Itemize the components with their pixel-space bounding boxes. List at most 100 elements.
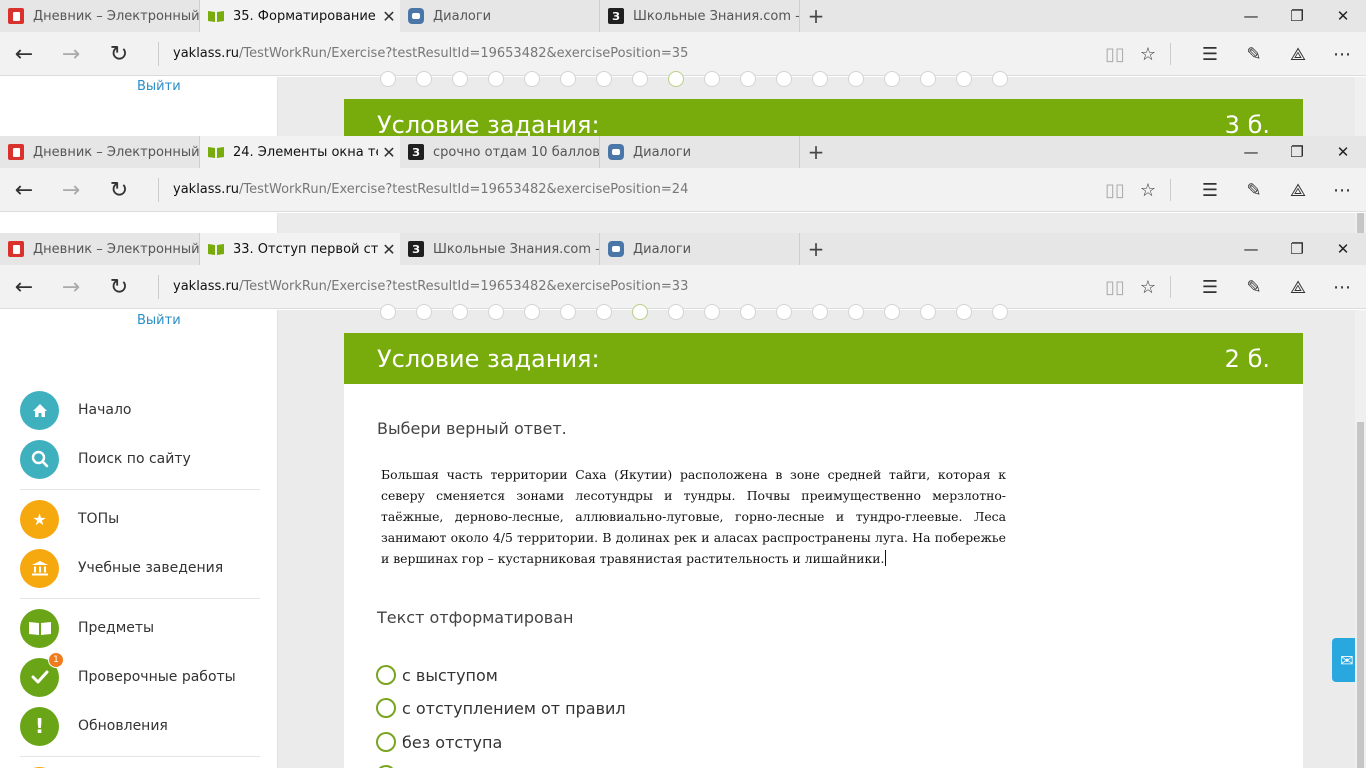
close-window-button[interactable]: ✕ <box>1320 0 1366 32</box>
minimize-button[interactable]: — <box>1228 233 1274 265</box>
radio-button[interactable] <box>376 665 396 685</box>
tab-yaklass-24[interactable]: 24. Элементы окна текс ✕ <box>200 136 400 168</box>
progress-dot[interactable] <box>560 304 576 320</box>
nav-updates[interactable]: ! Обновления <box>20 706 168 746</box>
progress-dot[interactable] <box>704 71 720 87</box>
progress-dot[interactable] <box>524 304 540 320</box>
progress-dot[interactable] <box>884 71 900 87</box>
radio-button[interactable] <box>376 732 396 752</box>
scrollbar-thumb[interactable] <box>1357 213 1364 233</box>
close-window-button[interactable]: ✕ <box>1320 136 1366 168</box>
progress-dot[interactable] <box>956 304 972 320</box>
tab-znanija[interactable]: З Школьные Знания.com - Ре <box>400 233 600 265</box>
progress-dot[interactable] <box>380 304 396 320</box>
maximize-button[interactable]: ❐ <box>1274 136 1320 168</box>
tab-znanija[interactable]: З Школьные Знания.com - Ре <box>600 0 800 32</box>
progress-dot[interactable] <box>380 71 396 87</box>
progress-dot[interactable] <box>452 71 468 87</box>
answer-option[interactable]: без отступа <box>376 732 502 752</box>
share-icon[interactable]: ⟁ <box>1276 168 1320 212</box>
tab-yaklass-35[interactable]: 35. Форматирование аб ✕ <box>200 0 400 32</box>
logout-link[interactable]: Выйти <box>137 313 181 328</box>
progress-dot[interactable] <box>488 304 504 320</box>
scrollbar[interactable] <box>1355 77 1366 136</box>
tab-diary[interactable]: Дневник – Электронный ж <box>0 136 200 168</box>
minimize-button[interactable]: — <box>1228 0 1274 32</box>
nav-home[interactable]: Начало <box>20 390 131 430</box>
progress-dot[interactable] <box>668 304 684 320</box>
nav-tops[interactable]: ★ ТОПы <box>20 499 119 539</box>
nav-subjects[interactable]: Предметы <box>20 608 154 648</box>
url-field[interactable]: yaklass.ru/TestWorkRun/Exercise?testResu… <box>158 178 688 202</box>
web-note-icon[interactable]: ✎ <box>1232 168 1276 212</box>
nav-search[interactable]: Поиск по сайту <box>20 439 191 479</box>
hub-menu-icon[interactable]: ☰ <box>1188 265 1232 309</box>
new-tab-button[interactable]: + <box>800 233 832 265</box>
hub-menu-icon[interactable]: ☰ <box>1188 168 1232 212</box>
close-window-button[interactable]: ✕ <box>1320 233 1366 265</box>
tab-diary[interactable]: Дневник – Электронный ж <box>0 0 200 32</box>
answer-option[interactable]: с отступлением от правил <box>376 698 626 718</box>
progress-dot[interactable] <box>416 71 432 87</box>
progress-dot[interactable] <box>848 304 864 320</box>
refresh-icon[interactable]: ↻ <box>97 32 141 76</box>
progress-dot[interactable] <box>776 71 792 87</box>
tab-vk-dialogs[interactable]: Диалоги <box>400 0 600 32</box>
progress-dot[interactable] <box>452 304 468 320</box>
refresh-icon[interactable]: ↻ <box>97 168 141 212</box>
favorite-star-icon[interactable]: ☆ <box>1126 32 1170 76</box>
refresh-icon[interactable]: ↻ <box>97 265 141 309</box>
maximize-button[interactable]: ❐ <box>1274 233 1320 265</box>
forward-arrow-icon[interactable]: → <box>49 265 93 309</box>
progress-dot[interactable] <box>668 71 684 87</box>
progress-dot[interactable] <box>956 71 972 87</box>
close-tab-icon[interactable]: ✕ <box>378 143 400 162</box>
progress-dot[interactable] <box>416 304 432 320</box>
new-tab-button[interactable]: + <box>800 136 832 168</box>
back-arrow-icon[interactable]: ← <box>2 168 46 212</box>
logout-link[interactable]: Выйти <box>137 79 181 94</box>
forward-arrow-icon[interactable]: → <box>49 168 93 212</box>
tab-yaklass-33[interactable]: 33. Отступ первой стро ✕ <box>200 233 400 265</box>
progress-dot[interactable] <box>596 71 612 87</box>
scrollbar[interactable] <box>1355 310 1366 768</box>
progress-dot[interactable] <box>812 71 828 87</box>
progress-dot[interactable] <box>812 304 828 320</box>
tab-vk-dialogs[interactable]: Диалоги <box>600 136 800 168</box>
progress-dot[interactable] <box>992 304 1008 320</box>
close-tab-icon[interactable]: ✕ <box>378 7 400 26</box>
url-field[interactable]: yaklass.ru/TestWorkRun/Exercise?testResu… <box>158 275 688 299</box>
progress-dot[interactable] <box>596 304 612 320</box>
progress-dot[interactable] <box>632 71 648 87</box>
progress-dot[interactable] <box>632 304 648 320</box>
close-tab-icon[interactable]: ✕ <box>378 240 400 259</box>
progress-dot[interactable] <box>920 304 936 320</box>
web-note-icon[interactable]: ✎ <box>1232 265 1276 309</box>
nav-tests[interactable]: 1 Проверочные работы <box>20 651 236 697</box>
progress-dot[interactable] <box>704 304 720 320</box>
progress-dot[interactable] <box>848 71 864 87</box>
tab-vk-dialogs[interactable]: Диалоги <box>600 233 800 265</box>
progress-dot[interactable] <box>920 71 936 87</box>
back-arrow-icon[interactable]: ← <box>2 32 46 76</box>
more-icon[interactable]: ⋯ <box>1320 168 1364 212</box>
new-tab-button[interactable]: + <box>800 0 832 32</box>
favorite-star-icon[interactable]: ☆ <box>1126 168 1170 212</box>
scrollbar-thumb[interactable] <box>1357 422 1364 768</box>
scrollbar[interactable] <box>1355 213 1366 233</box>
minimize-button[interactable]: — <box>1228 136 1274 168</box>
radio-button[interactable] <box>376 698 396 718</box>
forward-arrow-icon[interactable]: → <box>49 32 93 76</box>
share-icon[interactable]: ⟁ <box>1276 32 1320 76</box>
favorite-star-icon[interactable]: ☆ <box>1126 265 1170 309</box>
progress-dot[interactable] <box>884 304 900 320</box>
hub-menu-icon[interactable]: ☰ <box>1188 32 1232 76</box>
progress-dot[interactable] <box>488 71 504 87</box>
answer-option[interactable]: с выступом <box>376 665 498 685</box>
back-arrow-icon[interactable]: ← <box>2 265 46 309</box>
more-icon[interactable]: ⋯ <box>1320 265 1364 309</box>
share-icon[interactable]: ⟁ <box>1276 265 1320 309</box>
progress-dot[interactable] <box>740 304 756 320</box>
maximize-button[interactable]: ❐ <box>1274 0 1320 32</box>
nav-institutions[interactable]: Учебные заведения <box>20 548 223 588</box>
